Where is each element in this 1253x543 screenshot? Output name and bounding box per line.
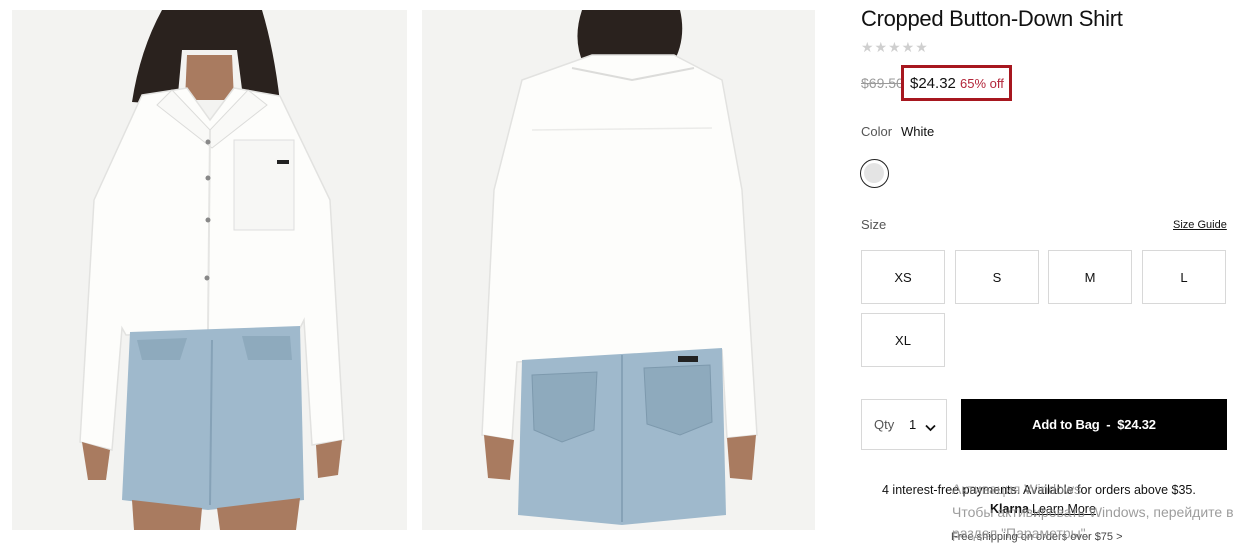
original-price: $69.50 <box>861 75 904 91</box>
size-option-l[interactable]: L <box>1142 250 1226 304</box>
windows-activation-text: Чтобы активировать Windows, перейдите в <box>952 504 1234 520</box>
qty-value: 1 <box>909 417 917 432</box>
quantity-select[interactable]: Qty 1 <box>861 399 947 450</box>
color-value: White <box>901 124 935 139</box>
windows-activation-title: Активация Windows <box>952 481 1082 497</box>
discount-badge: 65% off <box>960 76 1004 91</box>
size-label: Size <box>861 217 887 232</box>
color-label: Color <box>861 124 893 139</box>
add-to-bag-button[interactable]: Add to Bag - $24.32 <box>961 399 1227 450</box>
size-option-xs[interactable]: XS <box>861 250 945 304</box>
product-image-back[interactable] <box>422 10 815 530</box>
chevron-down-icon <box>925 419 936 437</box>
size-guide-link[interactable]: Size Guide <box>1173 219 1227 231</box>
add-to-bag-label: Add to Bag - $24.32 <box>1032 417 1156 432</box>
sale-price: $24.32 <box>910 75 956 92</box>
swatch-fill <box>864 163 884 183</box>
rating-stars[interactable]: ★★★★★ <box>861 39 929 56</box>
windows-activation-text-2: раздел "Параметры". <box>952 525 1090 541</box>
size-option-s[interactable]: S <box>955 250 1039 304</box>
color-swatch-white[interactable] <box>860 159 889 188</box>
product-image-front[interactable] <box>12 10 407 530</box>
size-option-xl[interactable]: XL <box>861 313 945 367</box>
size-option-m[interactable]: M <box>1048 250 1132 304</box>
price-row: $69.50 <box>861 75 904 91</box>
product-title: Cropped Button-Down Shirt <box>861 6 1123 31</box>
qty-label: Qty <box>874 417 895 432</box>
